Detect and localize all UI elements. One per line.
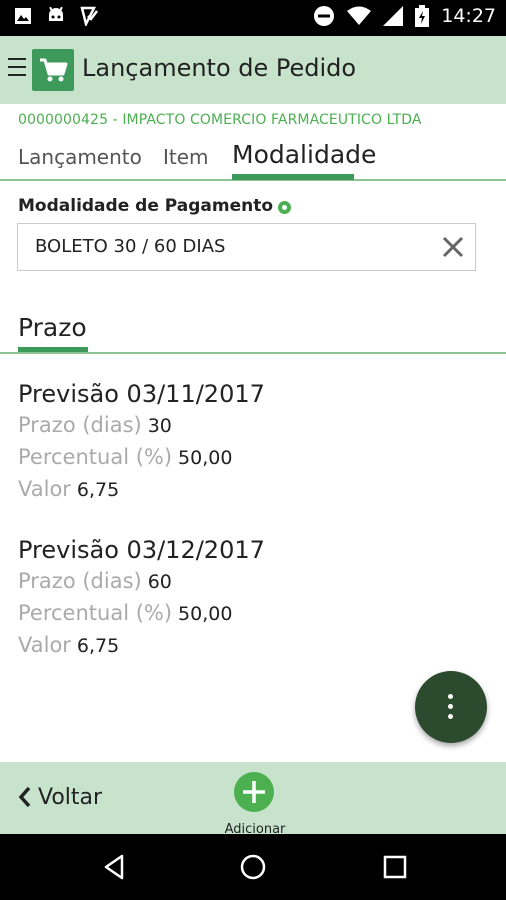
menu-icon[interactable] (8, 58, 26, 80)
wifi-icon (347, 6, 372, 25)
payment-method-value: BOLETO 30 / 60 DIAS (35, 236, 226, 257)
back-button[interactable]: Voltar (18, 782, 102, 812)
tab-bar: Lançamento Item Modalidade (0, 135, 506, 181)
row-label: Prazo (dias) (18, 569, 142, 593)
installment-title: Previsão 03/11/2017 (18, 380, 265, 408)
page-title: Lançamento de Pedido (82, 54, 357, 82)
plus-icon (234, 772, 274, 812)
back-label: Voltar (38, 784, 103, 810)
clear-icon[interactable] (441, 235, 465, 259)
row-label: Prazo (dias) (18, 413, 142, 437)
list-item: Previsão 03/12/2017 Prazo (dias) 60 Perce… (18, 534, 488, 662)
android-icon (49, 6, 63, 21)
chevron-left-icon (18, 786, 31, 808)
active-tab-indicator (232, 174, 354, 180)
do-not-disturb-icon (314, 6, 335, 26)
row-label: Percentual (%) (18, 601, 173, 625)
required-indicator-icon (278, 201, 291, 214)
section-title: Prazo (18, 313, 87, 342)
nav-back-icon[interactable] (100, 852, 130, 882)
row-value: 50,00 (178, 447, 233, 469)
list-item: Previsão 03/11/2017 Prazo (dias) 30 Perce… (18, 378, 488, 506)
section-divider (0, 352, 506, 354)
row-value: 6,75 (76, 479, 120, 501)
system-nav-bar (0, 834, 506, 900)
row-value: 60 (147, 571, 172, 593)
payment-method-select[interactable]: BOLETO 30 / 60 DIAS (17, 223, 476, 271)
more-options-button[interactable] (415, 671, 487, 743)
row-label: Valor (18, 477, 71, 501)
add-button[interactable]: Adicionar (220, 770, 290, 837)
tab-item[interactable]: Item (163, 145, 209, 169)
row-value: 50,00 (178, 603, 233, 625)
installment-title: Previsão 03/12/2017 (18, 536, 265, 564)
bottom-bar: Voltar Adicionar (0, 762, 506, 837)
nav-recents-icon[interactable] (380, 852, 410, 882)
nav-home-icon[interactable] (238, 852, 268, 882)
customer-label: 0000000425 - IMPACTO COMERCIO FARMACEUTI… (18, 112, 422, 128)
status-bar: 14:27 (0, 0, 506, 36)
installment-list: Previsão 03/11/2017 Prazo (dias) 30 Perce… (18, 378, 488, 690)
signal-icon (383, 6, 404, 26)
cart-logo-icon (32, 49, 74, 91)
battery-icon (415, 5, 430, 27)
row-label: Percentual (%) (18, 445, 173, 469)
tab-lancamento[interactable]: Lançamento (18, 145, 142, 169)
payment-method-label: Modalidade de Pagamento (18, 196, 274, 216)
clock: 14:27 (441, 5, 496, 27)
more-vert-icon (448, 694, 454, 724)
tab-modalidade[interactable]: Modalidade (232, 140, 376, 169)
row-value: 30 (147, 415, 172, 437)
section-underline (18, 347, 88, 352)
row-label: Valor (18, 633, 71, 657)
app-bar: Lançamento de Pedido (0, 36, 506, 104)
row-value: 6,75 (76, 635, 120, 657)
gallery-icon (15, 8, 31, 24)
tasks-icon (80, 6, 98, 26)
